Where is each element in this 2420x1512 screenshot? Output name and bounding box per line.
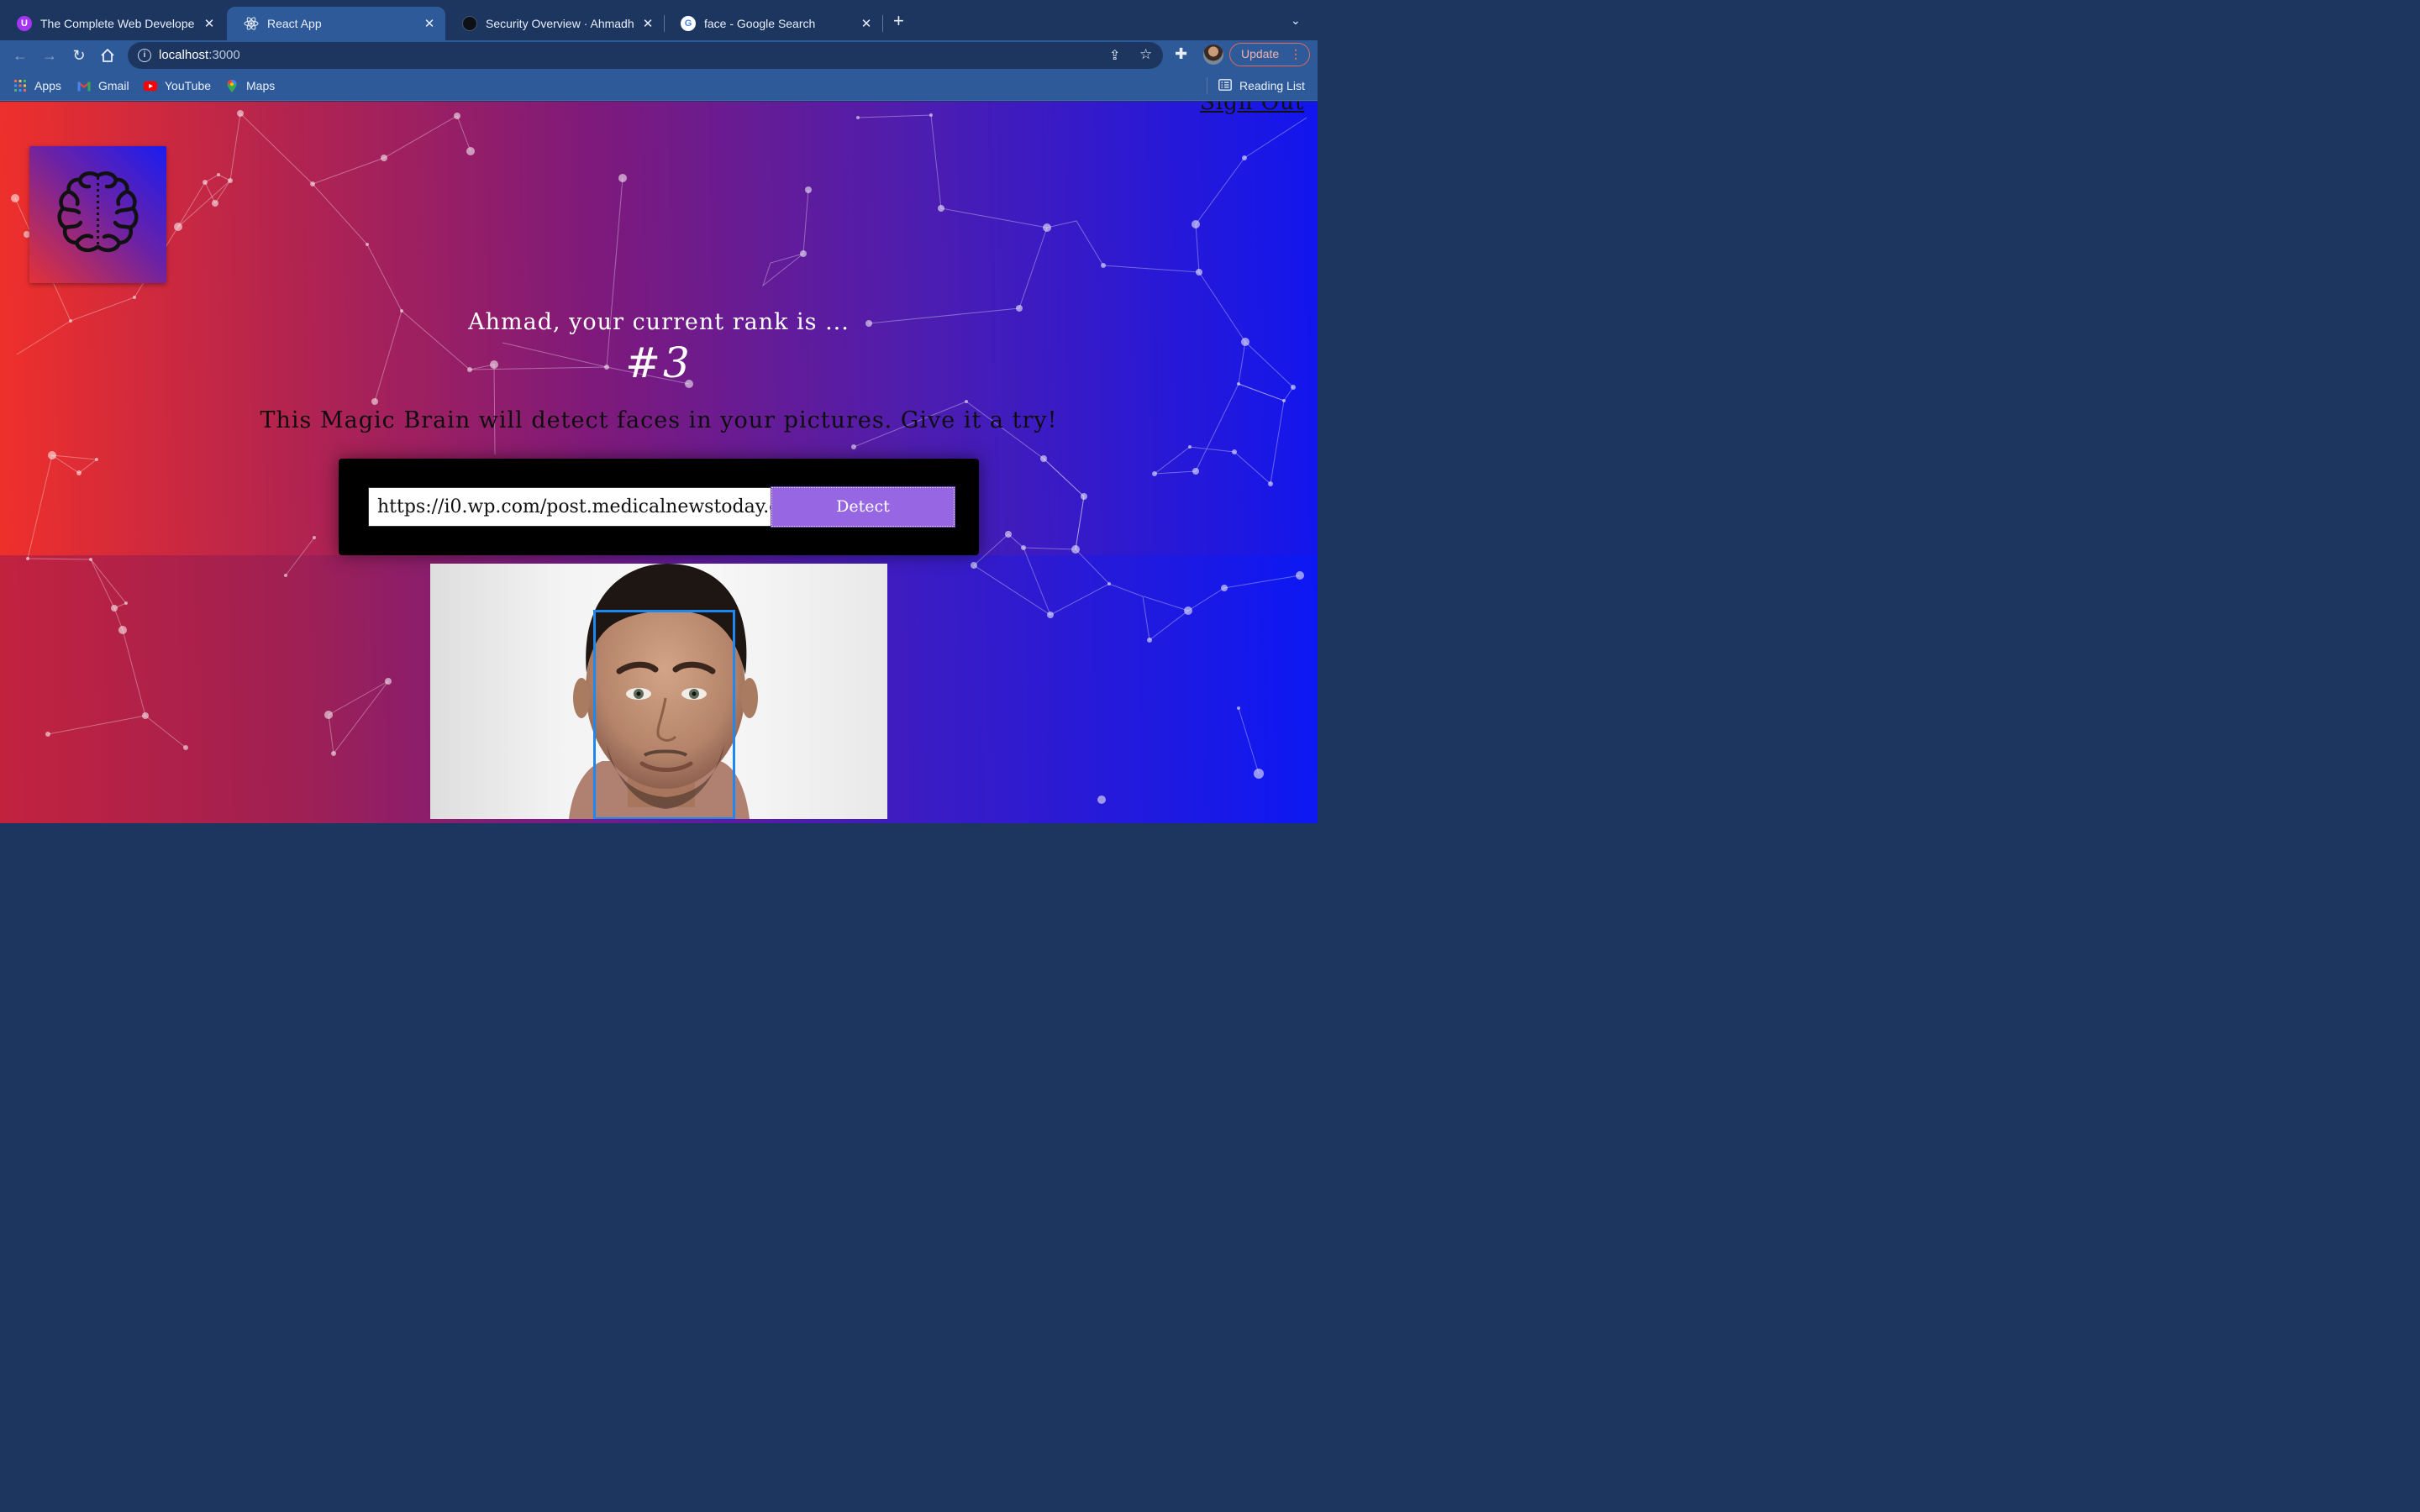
tab-title: React App [267,17,322,30]
tab-separator [882,15,883,32]
menu-kebab-icon: ⋮ [1290,47,1302,60]
bookmarks-bar: Apps Gmail YouTube Maps Reading List [0,71,1318,101]
tab-google-search[interactable]: G face - Google Search ✕ [664,7,882,40]
react-icon [244,16,259,31]
github-icon [462,16,477,31]
udemy-icon: U [17,16,32,31]
reading-list-icon [1218,79,1232,92]
google-icon: G [681,16,696,31]
brain-logo[interactable] [29,146,166,283]
reload-icon[interactable]: ↻ [69,45,89,66]
update-button[interactable]: Update ⋮ [1229,43,1310,66]
close-icon[interactable]: ✕ [422,16,437,31]
tab-search-chevron-icon[interactable]: ⌄ [1291,13,1301,28]
tab-title: The Complete Web Developer in 2022 [40,17,195,30]
address-bar[interactable]: i localhost:3000 ⇪ ☆ [128,42,1163,69]
home-icon[interactable] [97,45,118,66]
image-link-form: https://i0.wp.com/post.medicalnewstoday.… [339,459,979,555]
maps-icon [225,79,239,92]
apps-grid-icon [13,79,27,92]
bookmark-label: Maps [246,79,276,92]
sign-out-link[interactable]: Sign Out [1200,102,1304,115]
tab-react-app[interactable]: React App ✕ [227,7,445,40]
extensions-puzzle-icon[interactable]: ✚ [1175,45,1187,63]
bookmark-label: YouTube [165,79,212,92]
back-arrow-icon[interactable]: ← [10,45,30,66]
bookmark-label: Gmail [98,79,129,92]
bookmark-apps[interactable]: Apps [13,79,61,92]
face-image [430,564,887,819]
gmail-icon [77,79,91,92]
site-info-icon[interactable]: i [138,49,151,62]
image-url-input[interactable]: https://i0.wp.com/post.medicalnewstoday.… [368,487,771,527]
url-host: localhost [159,48,209,62]
close-icon[interactable]: ✕ [640,16,655,31]
youtube-icon [144,79,157,92]
tab-github[interactable]: Security Overview · Ahmadh2409 ✕ [445,7,664,40]
close-icon[interactable]: ✕ [859,16,874,31]
reading-list-label: Reading List [1239,79,1305,92]
rank-value: #3 [625,339,692,387]
tab-strip: U The Complete Web Developer in 2022 ✕ R… [0,0,1318,40]
new-tab-button[interactable]: + [893,12,904,30]
close-icon[interactable]: ✕ [202,16,217,31]
url-port: :3000 [208,48,240,62]
bookmark-youtube[interactable]: YouTube [144,79,211,92]
bookmark-maps[interactable]: Maps [225,79,275,92]
bookmark-gmail[interactable]: Gmail [77,79,129,92]
bookmark-star-icon[interactable]: ☆ [1139,46,1152,63]
brain-icon [57,171,139,253]
address-url[interactable]: localhost:3000 [159,48,240,62]
tab-udemy[interactable]: U The Complete Web Developer in 2022 ✕ [0,7,225,40]
tagline: This Magic Brain will detect faces in yo… [260,407,1058,433]
bookmark-label: Apps [34,79,61,92]
tab-title: Security Overview · Ahmadh2409 [486,17,634,30]
toolbar: ← → ↻ i localhost:3000 ⇪ ☆ [0,40,1318,71]
rank-message: Ahmad, your current rank is ... [468,309,850,335]
forward-arrow-icon[interactable]: → [39,45,60,66]
tab-title: face - Google Search [704,17,816,30]
update-label: Update [1241,47,1280,60]
app-page: Sign Out Ahmad, your current rank is ...… [0,102,1318,823]
share-icon[interactable]: ⇪ [1109,47,1120,64]
profile-avatar[interactable] [1203,45,1223,65]
face-bounding-box [593,610,735,819]
detect-button[interactable]: Detect [771,486,955,528]
reading-list-button[interactable]: Reading List [1207,77,1305,94]
